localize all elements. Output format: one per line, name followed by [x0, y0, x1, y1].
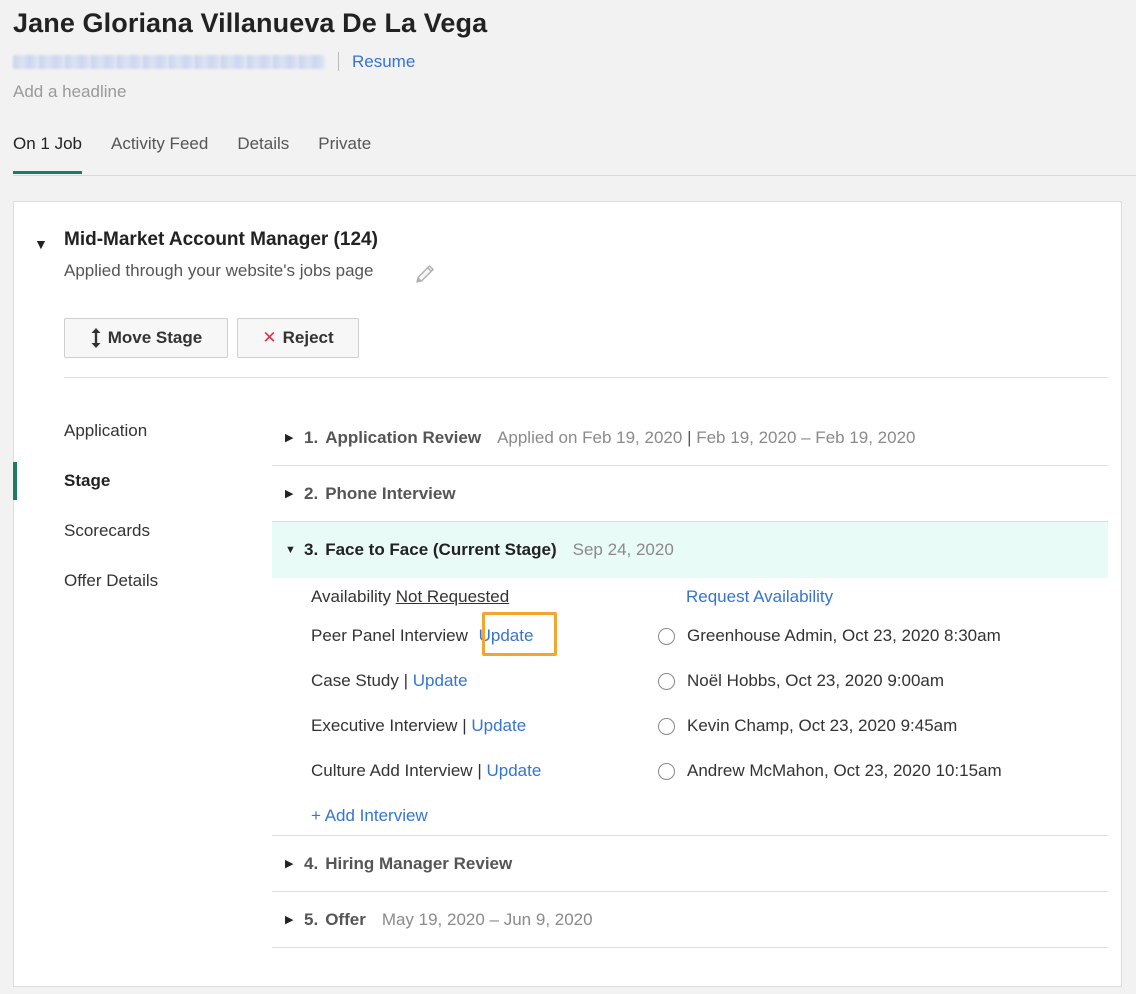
- interview-radio[interactable]: [658, 628, 675, 645]
- interview-row-executive: Executive Interview | Update: [311, 716, 526, 736]
- availability-label: Availability: [311, 587, 392, 606]
- interview-name: Culture Add Interview: [311, 761, 473, 780]
- collapse-caret-icon[interactable]: ▼: [34, 236, 48, 252]
- stage-row-hiring-manager-review[interactable]: ▶ 4. Hiring Manager Review: [272, 836, 1108, 892]
- candidate-email-redacted: [13, 55, 325, 69]
- meta-separator: |: [687, 427, 692, 447]
- candidate-tabs: On 1 Job Activity Feed Details Private: [13, 130, 400, 176]
- collapse-caret-icon: ▼: [285, 544, 296, 556]
- job-title: Mid-Market Account Manager (124): [64, 229, 378, 250]
- interview-radio[interactable]: [658, 763, 675, 780]
- sidebar-item-scorecards[interactable]: Scorecards: [64, 521, 150, 541]
- interview-schedule: Greenhouse Admin, Oct 23, 2020 8:30am: [687, 626, 1001, 645]
- sidebar-item-application[interactable]: Application: [64, 421, 147, 441]
- interview-row-case-study: Case Study | Update: [311, 671, 468, 691]
- stage-number: 4.: [304, 853, 319, 873]
- expand-caret-icon: ▶: [285, 858, 294, 870]
- stage-name: Application Review: [325, 427, 482, 447]
- stage-name: Phone Interview: [325, 483, 456, 503]
- sidebar-active-indicator: [13, 462, 17, 500]
- tab-on-1-job[interactable]: On 1 Job: [13, 130, 82, 174]
- interview-schedule: Kevin Champ, Oct 23, 2020 9:45am: [687, 716, 958, 735]
- stage-name: Face to Face (Current Stage): [325, 540, 557, 559]
- interview-name: Case Study: [311, 671, 399, 690]
- move-vertical-icon: [91, 328, 101, 348]
- pencil-icon[interactable]: [413, 262, 437, 286]
- request-availability-link[interactable]: Request Availability: [686, 587, 833, 607]
- stage-row-offer[interactable]: ▶ 5. Offer May 19, 2020 – Jun 9, 2020: [272, 892, 1108, 948]
- card-divider: [64, 377, 1108, 378]
- stage-row-application-review[interactable]: ▶ 1. Application Review Applied on Feb 1…: [272, 410, 1108, 466]
- stage-number: 1.: [304, 427, 319, 447]
- update-interview-link[interactable]: Update: [471, 716, 526, 735]
- pipe-separator: |: [477, 761, 482, 780]
- add-headline-link[interactable]: Add a headline: [13, 82, 126, 102]
- interview-name: Peer Panel Interview: [311, 626, 468, 645]
- stage-date-range: May 19, 2020 – Jun 9, 2020: [381, 909, 593, 929]
- header-divider: [338, 52, 339, 71]
- expand-caret-icon: ▶: [285, 914, 294, 926]
- interview-schedule: Noël Hobbs, Oct 23, 2020 9:00am: [687, 671, 945, 690]
- candidate-name: Jane Gloriana Villanueva De La Vega: [13, 8, 488, 38]
- add-interview-link[interactable]: + Add Interview: [311, 806, 428, 826]
- highlight-annotation: [482, 612, 557, 656]
- stage-row-phone-interview[interactable]: ▶ 2. Phone Interview: [272, 466, 1108, 522]
- tab-private[interactable]: Private: [318, 130, 371, 174]
- reject-button[interactable]: ✕ Reject: [237, 318, 359, 358]
- availability-status-link[interactable]: Not Requested: [396, 587, 509, 606]
- interview-schedule: Andrew McMahon, Oct 23, 2020 10:15am: [687, 761, 1002, 780]
- interview-radio[interactable]: [658, 673, 675, 690]
- application-source: Applied through your website's jobs page: [64, 261, 374, 280]
- stage-name: Hiring Manager Review: [325, 853, 513, 873]
- stage-date-range: Feb 19, 2020 – Feb 19, 2020: [696, 427, 916, 447]
- move-stage-label: Move Stage: [107, 328, 203, 347]
- sidebar-item-stage[interactable]: Stage: [64, 471, 110, 491]
- stage-number: 2.: [304, 483, 319, 503]
- tab-details[interactable]: Details: [237, 130, 289, 174]
- expand-caret-icon: ▶: [285, 488, 294, 500]
- pipe-separator: |: [462, 716, 467, 735]
- interview-row-culture-add: Culture Add Interview | Update: [311, 761, 541, 781]
- stage-date: Sep 24, 2020: [572, 540, 674, 559]
- stage-number: 5.: [304, 909, 319, 929]
- sidebar-item-offer-details[interactable]: Offer Details: [64, 571, 158, 591]
- interview-name: Executive Interview: [311, 716, 458, 735]
- update-interview-link[interactable]: Update: [486, 761, 541, 780]
- stage-dates: Applied on Feb 19, 2020 | Feb 19, 2020 –…: [497, 428, 915, 448]
- tab-activity-feed[interactable]: Activity Feed: [111, 130, 208, 174]
- applied-date: Applied on Feb 19, 2020: [497, 427, 683, 447]
- expand-caret-icon: ▶: [285, 432, 294, 444]
- stage-name: Offer: [325, 909, 366, 929]
- reject-label: Reject: [282, 328, 334, 347]
- tabs-divider: [13, 175, 1136, 176]
- stage-number: 3.: [304, 540, 319, 559]
- close-icon: ✕: [262, 328, 277, 347]
- stage-row-face-to-face[interactable]: ▼ 3. Face to Face (Current Stage) Sep 24…: [272, 522, 1108, 578]
- resume-link[interactable]: Resume: [352, 52, 415, 72]
- update-interview-link[interactable]: Update: [413, 671, 468, 690]
- interview-radio[interactable]: [658, 718, 675, 735]
- move-stage-button[interactable]: Move Stage: [64, 318, 228, 358]
- availability-row: Availability Not Requested: [311, 587, 509, 607]
- pipe-separator: |: [403, 671, 409, 690]
